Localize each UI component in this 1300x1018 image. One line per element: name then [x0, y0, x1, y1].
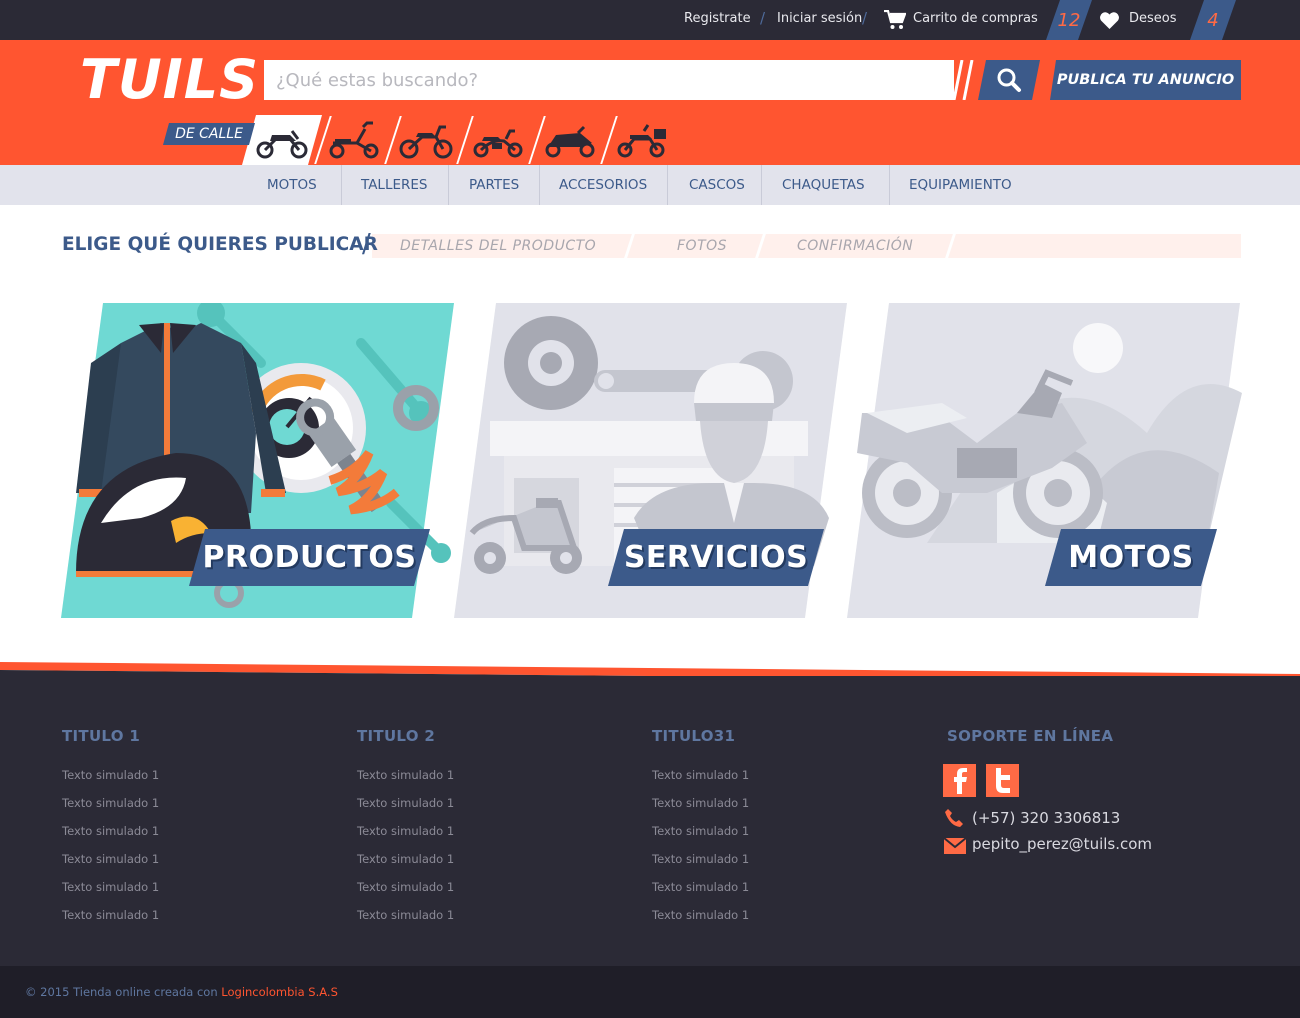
- nav-item-accesorios[interactable]: ACCESORIOS: [559, 165, 647, 205]
- login-link[interactable]: Iniciar sesión: [777, 11, 862, 26]
- footer-column-title: TITULO 2: [357, 727, 436, 745]
- card-products-label[interactable]: PRODUCTOS: [189, 529, 430, 586]
- category-tab-cruiser[interactable]: [458, 115, 538, 165]
- facebook-button[interactable]: [943, 764, 976, 797]
- step-product-details: DETALLES DEL PRODUCTO: [400, 238, 597, 254]
- header: TUILS PUBLICA TU ANUNCIO: [0, 40, 1300, 165]
- top-bar: Registrate / Iniciar sesión / Carrito de…: [0, 0, 1300, 40]
- facebook-icon: [953, 767, 967, 794]
- nav-item-partes[interactable]: PARTES: [469, 165, 519, 205]
- copyright: © 2015 Tienda online creada con Logincol…: [25, 985, 338, 999]
- footer-link[interactable]: Texto simulado 1: [357, 789, 454, 817]
- cruiser-motorcycle-icon: [473, 129, 523, 158]
- nav-divider: [448, 165, 449, 205]
- footer-link[interactable]: Texto simulado 1: [357, 845, 454, 873]
- footer-column-3: TITULO31 Texto simulado 1 Texto simulado…: [652, 727, 749, 929]
- heart-icon[interactable]: [1099, 12, 1120, 34]
- nav-divider: [889, 165, 890, 205]
- category-tab-street[interactable]: [242, 115, 322, 165]
- category-tab-sport[interactable]: [530, 115, 610, 165]
- footer-link[interactable]: Texto simulado 1: [652, 817, 749, 845]
- footer-link[interactable]: Texto simulado 1: [62, 817, 159, 845]
- card-services[interactable]: SERVICIOS: [454, 303, 849, 618]
- nav-divider: [539, 165, 540, 205]
- copyright-text: © 2015 Tienda online creada con: [25, 985, 218, 999]
- steps-slash: /: [362, 229, 371, 259]
- card-services-label[interactable]: SERVICIOS: [608, 529, 824, 586]
- scooter-icon: [329, 121, 379, 159]
- footer-link[interactable]: Texto simulado 1: [357, 761, 454, 789]
- footer-column-title: TITULO 1: [62, 727, 141, 745]
- topbar-separator: /: [760, 9, 766, 27]
- card-products[interactable]: PRODUCTOS: [61, 303, 456, 618]
- nav-item-talleres[interactable]: TALLERES: [361, 165, 428, 205]
- support-title: SOPORTE EN LÍNEA: [947, 727, 1114, 745]
- search-divider-icon: [952, 60, 974, 100]
- nav-divider: [667, 165, 668, 205]
- footer-link[interactable]: Texto simulado 1: [357, 817, 454, 845]
- twitter-icon: [995, 767, 1010, 793]
- card-motos[interactable]: MOTOS: [847, 303, 1242, 618]
- category-tab-scooter[interactable]: [314, 115, 394, 165]
- wishlist-link[interactable]: Deseos: [1129, 11, 1177, 26]
- footer-link[interactable]: Texto simulado 1: [357, 901, 454, 929]
- dirt-bike-icon: [399, 125, 453, 159]
- footer-link[interactable]: Texto simulado 1: [62, 761, 159, 789]
- footer-link[interactable]: Texto simulado 1: [62, 901, 159, 929]
- card-motos-label[interactable]: MOTOS: [1045, 529, 1217, 586]
- touring-motorcycle-icon: [617, 124, 666, 158]
- twitter-button[interactable]: [986, 764, 1019, 797]
- nav-item-motos[interactable]: MOTOS: [267, 165, 317, 205]
- publish-ad-button[interactable]: PUBLICA TU ANUNCIO: [1050, 60, 1241, 100]
- category-tab-dirt[interactable]: [386, 115, 466, 165]
- nav-divider: [761, 165, 762, 205]
- footer-link[interactable]: Texto simulado 1: [652, 901, 749, 929]
- footer-link[interactable]: Texto simulado 1: [652, 845, 749, 873]
- footer-link[interactable]: Texto simulado 1: [652, 873, 749, 901]
- cart-link[interactable]: Carrito de compras: [913, 11, 1038, 26]
- step-photos: FOTOS: [677, 238, 728, 254]
- footer-column-title: TITULO31: [652, 727, 736, 745]
- footer-link[interactable]: Texto simulado 1: [62, 873, 159, 901]
- footer-column-1: TITULO 1 Texto simulado 1 Texto simulado…: [62, 727, 159, 929]
- category-group-label: DE CALLE: [163, 123, 255, 145]
- register-link[interactable]: Registrate: [684, 11, 751, 26]
- nav-item-cascos[interactable]: CASCOS: [689, 165, 745, 205]
- footer-link[interactable]: Texto simulado 1: [652, 789, 749, 817]
- phone-icon: [944, 808, 964, 832]
- nav-item-equipamiento[interactable]: EQUIPAMIENTO: [909, 165, 1012, 205]
- step-confirmation: CONFIRMACIÓN: [797, 238, 914, 254]
- support-email[interactable]: pepito_perez@tuils.com: [972, 835, 1152, 853]
- nav-divider: [341, 165, 342, 205]
- category-tab-touring[interactable]: [602, 115, 682, 165]
- copyright-brand-link[interactable]: Logincolombia S.A.S: [221, 985, 338, 999]
- cart-count-badge[interactable]: 12: [1046, 0, 1092, 40]
- nav-item-chaquetas[interactable]: CHAQUETAS: [782, 165, 865, 205]
- wishlist-count-badge[interactable]: 4: [1190, 0, 1236, 40]
- topbar-separator: /: [862, 9, 868, 27]
- footer-link[interactable]: Texto simulado 1: [62, 845, 159, 873]
- search-input[interactable]: [264, 60, 954, 100]
- footer-column-2: TITULO 2 Texto simulado 1 Texto simulado…: [357, 727, 454, 929]
- sport-motorcycle-icon: [545, 125, 595, 158]
- search-icon: [996, 67, 1022, 93]
- steps-title: ELIGE QUÉ QUIERES PUBLICAR: [62, 234, 378, 255]
- support-phone[interactable]: (+57) 320 3306813: [972, 809, 1120, 827]
- mail-icon: [943, 837, 967, 858]
- footer-link[interactable]: Texto simulado 1: [357, 873, 454, 901]
- logo[interactable]: TUILS: [80, 48, 259, 111]
- footer-link[interactable]: Texto simulado 1: [652, 761, 749, 789]
- main-nav: MOTOS TALLERES PARTES ACCESORIOS CASCOS …: [0, 165, 1300, 205]
- footer-support: SOPORTE EN LÍNEA: [947, 727, 1113, 745]
- footer-link[interactable]: Texto simulado 1: [62, 789, 159, 817]
- cart-icon[interactable]: [884, 9, 907, 34]
- street-motorcycle-icon: [254, 121, 310, 159]
- search-button[interactable]: [978, 60, 1040, 100]
